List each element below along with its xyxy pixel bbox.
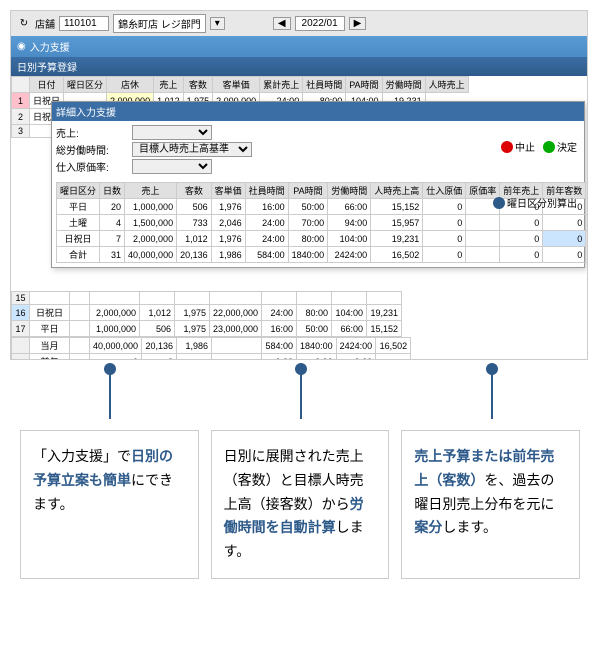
cancel-icon [501,141,513,153]
refresh-icon[interactable]: ↻ [17,17,31,31]
sales-select[interactable] [132,125,212,140]
store-code-input[interactable]: 110101 [59,16,109,31]
summary-row: 当月40,000,00020,1361,986584:001840:002424… [12,338,411,354]
table-row[interactable]: 土曜41,500,0007332,04624:0070:0094:0015,95… [57,215,589,231]
detail-overlay: 詳細入力支援 売上: 総労働時間: 目標人時売上高基準 仕入原価率: 曜日区分日… [51,101,585,268]
prev-month-btn[interactable]: ◀ [273,17,291,30]
ok-button[interactable]: 決定 [543,139,577,154]
summary-row: 前年00--0:000:000:00- [12,354,411,361]
bottom-table: 1516日祝日2,000,0001,0121,97522,000,00024:0… [11,291,402,337]
callout-1: 「入力支援」で日別の予算立案も簡単にできます。 [20,430,199,579]
next-month-btn[interactable]: ▶ [349,17,367,30]
store-name-field: 錦糸町店 レジ部門 [113,14,206,33]
table-row[interactable]: 17平日1,000,0005061,97523,000,00016:0050:0… [12,321,402,337]
table-row[interactable]: 16日祝日2,000,0001,0121,97522,000,00024:008… [12,305,402,321]
sales-label: 売上: [56,125,126,140]
cost-label: 仕入原価率: [56,159,126,174]
ok-icon [543,141,555,153]
support-header: ◉ 入力支援 [11,36,587,57]
table-row[interactable]: 15 [12,292,402,305]
cost-select[interactable] [132,159,212,174]
summary-table: 当月40,000,00020,1361,986584:001840:002424… [11,337,411,360]
date-field[interactable]: 2022/01 [295,16,345,31]
dropdown-btn[interactable]: ▾ [210,17,225,30]
overlay-title: 詳細入力支援 [52,102,584,121]
toolbar: ↻ 店舗 110101 錦糸町店 レジ部門 ▾ ◀ 2022/01 ▶ [11,11,587,36]
table-row[interactable]: 日祝日72,000,0001,0121,97624:0080:00104:001… [57,231,589,247]
callouts: 「入力支援」で日別の予算立案も簡単にできます。 日別に展開された売上（客数）と目… [0,420,600,599]
callout-2: 日別に展開された売上（客数）と目標人時売上高（接客数）から労働時間を自動計算しま… [211,430,390,579]
export-button[interactable]: 曜日区分別算出 [493,195,577,210]
callout-3: 売上予算または前年売上（客数）を、過去の曜日別売上分布を元に案分します。 [401,430,580,579]
cancel-button[interactable]: 中止 [501,139,535,154]
app-screenshot: ↻ 店舗 110101 錦糸町店 レジ部門 ▾ ◀ 2022/01 ▶ ◉ 入力… [10,10,588,360]
export-icon [493,197,505,209]
register-header: 日別予算登録 [11,57,587,76]
circle-icon: ◉ [17,41,26,52]
labor-label: 総労働時間: [56,142,126,157]
labor-select[interactable]: 目標人時売上高基準 [132,142,252,157]
table-row[interactable]: 合計3140,000,00020,1361,986584:001840:0024… [57,247,589,263]
store-label: 店舗 [35,16,55,31]
